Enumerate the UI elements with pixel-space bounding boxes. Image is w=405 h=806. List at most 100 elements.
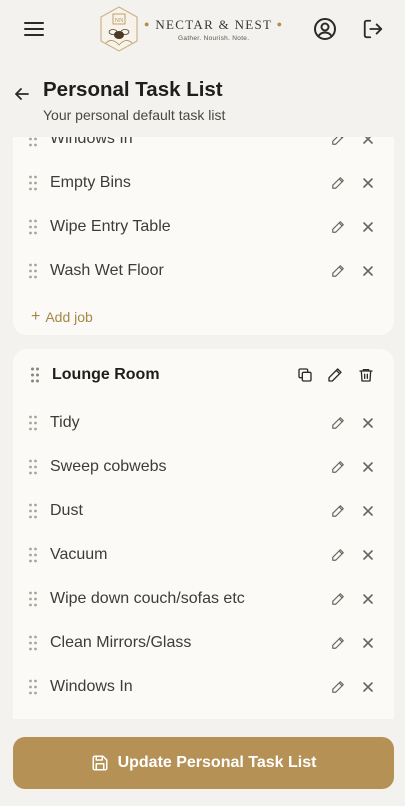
edit-task-button[interactable] bbox=[327, 544, 349, 566]
remove-task-button[interactable] bbox=[357, 544, 379, 566]
remove-task-button[interactable] bbox=[357, 456, 379, 478]
update-button-label: Update Personal Task List bbox=[117, 754, 317, 771]
remove-task-button[interactable] bbox=[357, 137, 379, 150]
remove-task-button[interactable] bbox=[357, 172, 379, 194]
edit-task-button[interactable] bbox=[327, 137, 349, 150]
brand-logo[interactable]: NN ● NECTAR & NEST ● Gather. Nourish. No… bbox=[98, 5, 283, 53]
copy-icon bbox=[298, 368, 312, 382]
close-icon bbox=[363, 682, 373, 692]
remove-task-button[interactable] bbox=[357, 676, 379, 698]
task-row: Wash Wet Floor bbox=[13, 249, 394, 293]
logout-button[interactable] bbox=[351, 7, 395, 51]
task-list-scroll[interactable]: Windows In Empty Bins Wipe Entry Table W… bbox=[0, 137, 405, 719]
task-row: Wipe down couch/sofas etc bbox=[13, 577, 394, 621]
task-section-card: Lounge Room Tidy Sweep cobwebs Dust Vacu… bbox=[13, 349, 394, 719]
task-row: Sweep cobwebs bbox=[13, 445, 394, 489]
edit-task-button[interactable] bbox=[327, 456, 349, 478]
drag-handle-icon[interactable] bbox=[28, 503, 38, 519]
edit-task-button[interactable] bbox=[327, 500, 349, 522]
svg-text:NN: NN bbox=[115, 18, 124, 24]
task-label: Clean Mirrors/Glass bbox=[50, 634, 192, 651]
page-header: Personal Task List Your personal default… bbox=[0, 70, 405, 136]
task-section-card: Windows In Empty Bins Wipe Entry Table W… bbox=[13, 137, 394, 335]
close-icon bbox=[363, 137, 373, 144]
close-icon bbox=[363, 550, 373, 560]
edit-task-button[interactable] bbox=[327, 172, 349, 194]
pencil-icon bbox=[332, 461, 344, 473]
section-title: Lounge Room bbox=[52, 366, 160, 383]
drag-handle-icon[interactable] bbox=[28, 591, 38, 607]
task-row: Vacuum bbox=[13, 533, 394, 577]
close-icon bbox=[363, 462, 373, 472]
duplicate-section-button[interactable] bbox=[294, 364, 316, 386]
menu-icon bbox=[24, 22, 44, 36]
logout-icon bbox=[363, 19, 383, 39]
user-circle-icon bbox=[314, 18, 336, 40]
menu-button[interactable] bbox=[12, 7, 56, 51]
drag-handle-icon[interactable] bbox=[28, 547, 38, 563]
pencil-icon bbox=[332, 681, 344, 693]
drag-handle-icon[interactable] bbox=[28, 415, 38, 431]
section-header: Lounge Room bbox=[13, 349, 394, 401]
logo-hexagon-icon: NN bbox=[100, 6, 138, 52]
remove-task-button[interactable] bbox=[357, 260, 379, 282]
close-icon bbox=[363, 266, 373, 276]
remove-task-button[interactable] bbox=[357, 588, 379, 610]
update-task-list-button[interactable]: Update Personal Task List bbox=[13, 737, 394, 789]
task-label: Wipe Entry Table bbox=[50, 218, 171, 235]
remove-task-button[interactable] bbox=[357, 412, 379, 434]
pencil-icon bbox=[332, 505, 344, 517]
task-row: Dust bbox=[13, 489, 394, 533]
task-row: Windows In bbox=[13, 137, 394, 161]
drag-handle-icon[interactable] bbox=[28, 263, 38, 279]
pencil-icon bbox=[332, 637, 344, 649]
task-label: Tidy bbox=[50, 414, 80, 431]
task-label: Vacuum bbox=[50, 546, 108, 563]
drag-handle-icon[interactable] bbox=[28, 137, 38, 147]
drag-handle-icon[interactable] bbox=[28, 679, 38, 695]
drag-handle-icon[interactable] bbox=[28, 175, 38, 191]
task-label: Empty Bins bbox=[50, 174, 131, 191]
remove-task-button[interactable] bbox=[357, 632, 379, 654]
plus-icon: + bbox=[31, 308, 41, 325]
remove-task-button[interactable] bbox=[357, 216, 379, 238]
pencil-icon bbox=[332, 593, 344, 605]
arrow-left-icon bbox=[15, 88, 29, 100]
edit-task-button[interactable] bbox=[327, 412, 349, 434]
page-title: Personal Task List bbox=[43, 78, 223, 101]
task-row: Tidy bbox=[13, 401, 394, 445]
pencil-icon bbox=[332, 137, 344, 145]
drag-handle-icon[interactable] bbox=[28, 219, 38, 235]
drag-handle-icon[interactable] bbox=[28, 635, 38, 651]
brand-tagline: Gather. Nourish. Note. bbox=[178, 34, 250, 42]
task-label: Wipe down couch/sofas etc bbox=[50, 590, 245, 607]
task-row: Windows In bbox=[13, 665, 394, 709]
pencil-icon bbox=[332, 417, 344, 429]
pencil-icon bbox=[328, 368, 342, 382]
pencil-icon bbox=[332, 549, 344, 561]
task-label: Dust bbox=[50, 502, 83, 519]
save-icon bbox=[92, 755, 108, 771]
edit-task-button[interactable] bbox=[327, 676, 349, 698]
add-job-button[interactable]: + Add job bbox=[31, 308, 93, 326]
close-icon bbox=[363, 178, 373, 188]
delete-section-button[interactable] bbox=[355, 364, 377, 386]
close-icon bbox=[363, 594, 373, 604]
pencil-icon bbox=[332, 265, 344, 277]
edit-task-button[interactable] bbox=[327, 216, 349, 238]
edit-task-button[interactable] bbox=[327, 588, 349, 610]
close-icon bbox=[363, 222, 373, 232]
edit-section-button[interactable] bbox=[324, 364, 346, 386]
task-label: Windows In bbox=[50, 137, 133, 147]
edit-task-button[interactable] bbox=[327, 260, 349, 282]
drag-handle-icon[interactable] bbox=[28, 459, 38, 475]
remove-task-button[interactable] bbox=[357, 500, 379, 522]
trash-icon bbox=[359, 369, 373, 382]
back-button[interactable] bbox=[10, 82, 34, 106]
close-icon bbox=[363, 638, 373, 648]
page-subtitle: Your personal default task list bbox=[43, 107, 226, 123]
brand-title: ● NECTAR & NEST ● bbox=[144, 16, 284, 32]
edit-task-button[interactable] bbox=[327, 632, 349, 654]
account-button[interactable] bbox=[303, 7, 347, 51]
drag-handle-icon[interactable] bbox=[30, 367, 40, 383]
